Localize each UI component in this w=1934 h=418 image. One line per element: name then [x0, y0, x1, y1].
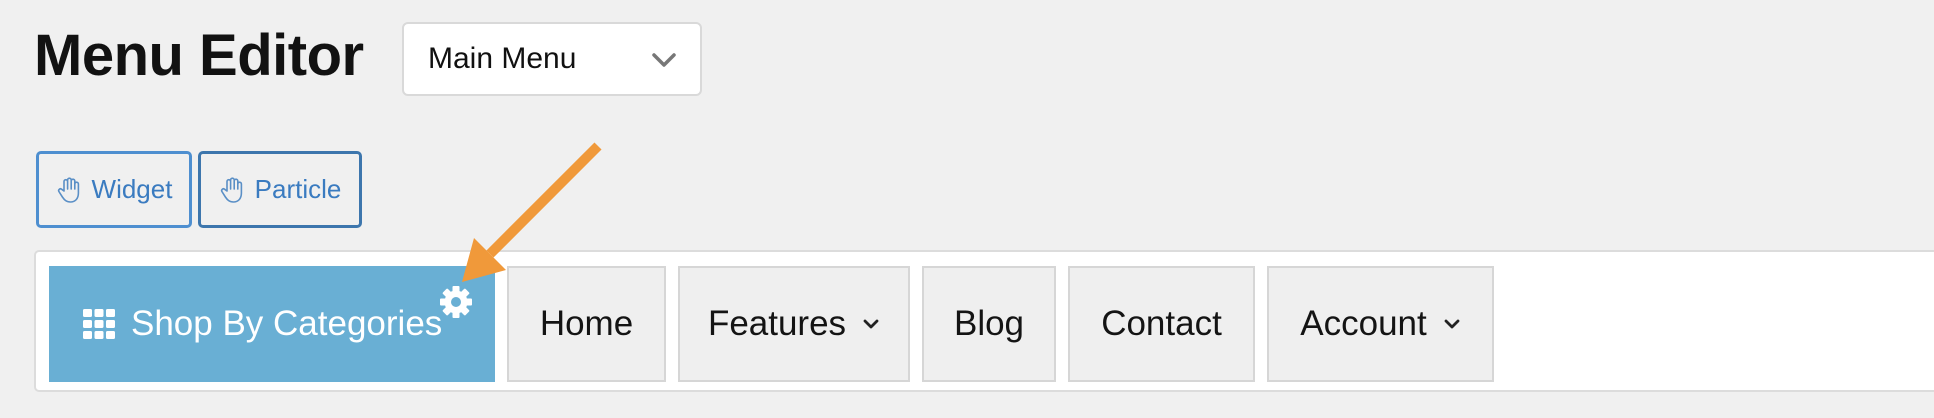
menu-item-label: Features [707, 304, 847, 343]
chevron-down-icon [863, 319, 879, 329]
page-title: Menu Editor [34, 23, 364, 88]
grid-icon [83, 309, 115, 339]
add-particle-label: Particle [254, 174, 342, 204]
chevron-down-icon [1444, 319, 1460, 329]
add-particle-button[interactable]: Particle [198, 151, 362, 228]
menu-item-label: Shop By Categories [131, 304, 443, 343]
menu-item-account[interactable]: Account [1267, 266, 1494, 382]
add-widget-label: Widget [91, 174, 173, 204]
gear-icon[interactable] [438, 284, 474, 320]
menu-select-value: Main Menu [428, 42, 577, 75]
chevron-down-icon [652, 53, 676, 67]
hand-icon [57, 176, 79, 203]
add-widget-button[interactable]: Widget [36, 151, 192, 228]
menu-select-dropdown[interactable]: Main Menu [402, 22, 702, 96]
menu-editor-screen: Menu Editor Main Menu Widget Particle Sh… [0, 0, 1934, 418]
menu-item-features[interactable]: Features [678, 266, 910, 382]
hand-icon [220, 176, 242, 203]
menu-item-home[interactable]: Home [507, 266, 666, 382]
menu-item-label: Account [1300, 304, 1427, 343]
menu-item-label: Blog [953, 304, 1025, 343]
menu-item-blog[interactable]: Blog [922, 266, 1056, 382]
menu-item-label: Contact [1101, 304, 1222, 343]
menu-item-label: Home [539, 304, 634, 343]
menu-item-shop-by-categories[interactable]: Shop By Categories [49, 266, 514, 382]
menu-item-contact[interactable]: Contact [1068, 266, 1255, 382]
